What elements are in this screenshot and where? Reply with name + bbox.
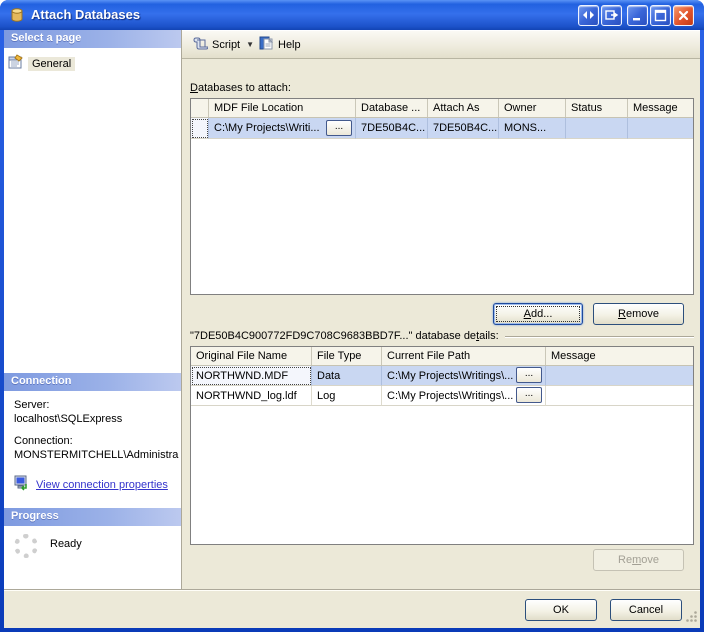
attach-table: MDF File Location Database ... Attach As… — [190, 98, 694, 295]
browse-button[interactable]: ... — [516, 387, 542, 403]
message-cell[interactable] — [628, 118, 693, 139]
server-value: localhost\SQLExpress — [14, 413, 123, 425]
general-page-icon — [8, 54, 24, 73]
groupbox-rule — [504, 335, 694, 337]
script-button[interactable]: Script ▼ — [188, 34, 258, 55]
database-icon — [9, 7, 25, 26]
sidebar-item-label: General — [28, 56, 76, 71]
script-icon — [192, 35, 209, 54]
close-icon[interactable] — [673, 5, 694, 26]
progress-spinner-icon — [14, 534, 38, 558]
attach-table-header: MDF File Location Database ... Attach As… — [191, 99, 693, 118]
dialog-body: Select a page General Connection Server:… — [4, 30, 700, 628]
file-type-cell[interactable]: Log — [312, 386, 382, 406]
minimize-button[interactable] — [627, 5, 648, 26]
add-button[interactable]: Add... — [493, 303, 583, 325]
browse-button[interactable]: ... — [516, 367, 542, 383]
column-header-mdf-file-location[interactable]: MDF File Location — [209, 99, 356, 117]
undock-button[interactable] — [601, 5, 622, 26]
column-header-database[interactable]: Database ... — [356, 99, 428, 117]
database-details-label: "7DE50B4C900772FD9C708C9683BBD7F..." dat… — [190, 330, 694, 342]
connection-header: Connection — [4, 373, 181, 391]
page-list-panel: General — [4, 48, 181, 373]
column-header-message[interactable]: Message — [628, 99, 693, 117]
maximize-button[interactable] — [650, 5, 671, 26]
help-label: Help — [278, 38, 301, 51]
status-cell[interactable] — [566, 118, 628, 139]
mdf-file-location-cell[interactable]: C:\My Projects\Writi... ... — [209, 118, 356, 139]
databases-to-attach-label: Databases to attach: — [190, 82, 291, 94]
column-header-attach-as[interactable]: Attach As — [428, 99, 499, 117]
file-type-cell[interactable]: Data — [312, 366, 382, 386]
connection-value: MONSTERMITCHELL\Administra — [14, 449, 179, 461]
original-file-name-cell[interactable]: NORTHWND.MDF — [191, 366, 312, 386]
browse-button[interactable]: ... — [326, 120, 352, 136]
column-header-owner[interactable]: Owner — [499, 99, 566, 117]
view-connection-properties-link[interactable]: View connection properties — [36, 479, 168, 491]
message-cell[interactable] — [546, 386, 693, 406]
progress-status: Ready — [50, 538, 82, 550]
column-header-file-type[interactable]: File Type — [312, 347, 382, 365]
help-icon — [258, 35, 274, 54]
resize-grip[interactable] — [685, 610, 698, 626]
details-table: Original File Name File Type Current Fil… — [190, 346, 694, 545]
original-file-name-cell[interactable]: NORTHWND_log.ldf — [191, 386, 312, 406]
server-label: Server: — [14, 399, 50, 411]
current-file-path-cell[interactable]: C:\My Projects\Writings\... ... — [382, 386, 546, 406]
window-title: Attach Databases — [31, 7, 141, 22]
connection-label: Connection: — [14, 435, 73, 447]
help-button[interactable]: Help — [254, 34, 305, 55]
footer: OK Cancel — [4, 589, 700, 628]
message-cell[interactable] — [546, 366, 693, 386]
database-name-cell[interactable]: 7DE50B4C... — [356, 118, 428, 139]
table-row[interactable]: NORTHWND.MDF Data C:\My Projects\Writing… — [191, 366, 693, 386]
script-label: Script — [212, 38, 241, 51]
column-header[interactable] — [191, 99, 209, 117]
sidebar-item-general[interactable]: General — [8, 54, 76, 73]
main-content: Script ▼ Help Databases to attach: MDF F… — [182, 30, 700, 589]
table-row[interactable]: C:\My Projects\Writi... ... 7DE50B4C... … — [191, 118, 693, 139]
column-header-original-file-name[interactable]: Original File Name — [191, 347, 312, 365]
column-header-status[interactable]: Status — [566, 99, 628, 117]
remove-button[interactable]: Remove — [593, 303, 684, 325]
toolbar: Script ▼ Help — [182, 30, 700, 59]
connection-panel: Server: localhost\SQLExpress Connection:… — [4, 391, 181, 508]
row-selector-cell[interactable] — [191, 118, 209, 139]
ok-button[interactable]: OK — [525, 599, 597, 621]
progress-panel: Ready — [4, 526, 181, 589]
attach-as-cell[interactable]: 7DE50B4C... — [428, 118, 499, 139]
select-a-page-header: Select a page — [4, 30, 181, 48]
sidebar: Select a page General Connection Server:… — [4, 30, 182, 589]
titlebar[interactable]: Attach Databases — [0, 0, 704, 30]
pane-switch-button[interactable] — [578, 5, 599, 26]
table-row[interactable]: NORTHWND_log.ldf Log C:\My Projects\Writ… — [191, 386, 693, 406]
owner-cell[interactable]: MONS... — [499, 118, 566, 139]
details-table-header: Original File Name File Type Current Fil… — [191, 347, 693, 366]
attach-databases-dialog: Attach Databases Select a page General C… — [0, 0, 704, 632]
progress-header: Progress — [4, 508, 181, 526]
column-header-message[interactable]: Message — [546, 347, 693, 365]
column-header-current-file-path[interactable]: Current File Path — [382, 347, 546, 365]
chevron-down-icon: ▼ — [246, 40, 255, 49]
current-file-path-cell[interactable]: C:\My Projects\Writings\... ... — [382, 366, 546, 386]
connection-properties-icon — [14, 475, 30, 494]
remove-details-button[interactable]: Remove — [593, 549, 684, 571]
cancel-button[interactable]: Cancel — [610, 599, 682, 621]
